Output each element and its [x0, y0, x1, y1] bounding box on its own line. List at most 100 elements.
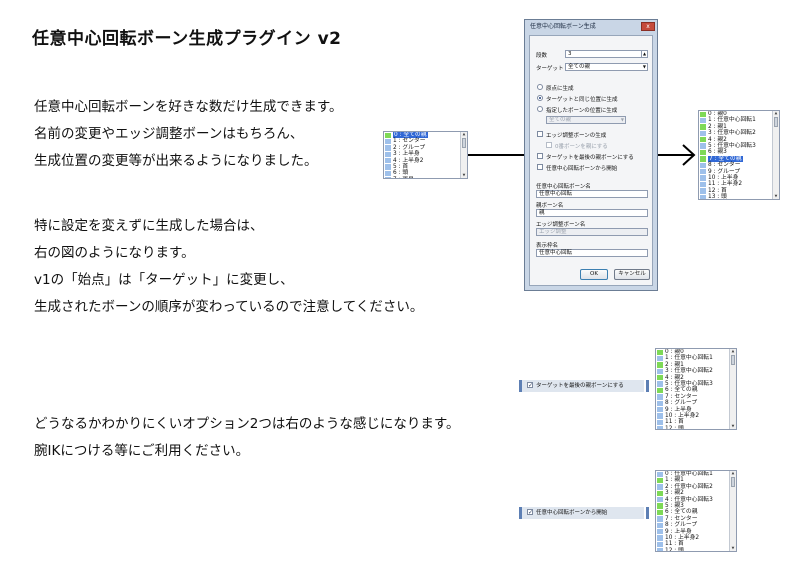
paragraph-line: 生成位置の変更等が出来るようになりました。 — [34, 153, 318, 169]
bone-type-icon — [700, 130, 706, 137]
list-item[interactable]: 12 : 頭 — [656, 426, 736, 429]
parent-name-input[interactable]: 親 — [536, 209, 648, 217]
list-item-label: 2 : 任意中心回転2 — [665, 483, 713, 490]
checkbox-icon[interactable] — [527, 380, 533, 392]
bone-type-icon — [657, 355, 663, 362]
list-item-label: 9 : 上半身 — [665, 528, 692, 535]
list-item-label: 1 : 任意中心回転1 — [708, 117, 756, 124]
bone-type-icon — [700, 149, 706, 156]
bone-type-icon — [385, 177, 391, 178]
cancel-button[interactable]: キャンセル — [614, 269, 650, 280]
list-item-label: 3 : 任意中心回転2 — [665, 368, 713, 375]
list-item-label: 2 : 親1 — [665, 361, 684, 368]
paragraph-line: 任意中心回転ボーンを好きな数だけ生成できます。 — [34, 99, 343, 115]
target-last-parent-checkbox[interactable] — [537, 153, 543, 159]
checkbox-icon[interactable] — [527, 507, 533, 519]
bone-type-icon — [657, 535, 663, 541]
list-scrollbar[interactable]: ▲ ▼ — [729, 471, 736, 551]
ok-button[interactable]: OK — [580, 269, 608, 280]
count-label: 段数 — [536, 53, 548, 59]
page-title: 任意中心回転ボーン生成プラグイン v2 — [32, 29, 342, 49]
list-item-label: 1 : 親1 — [665, 477, 684, 484]
target-select[interactable]: 全ての親 ▼ — [565, 63, 648, 71]
bone-type-icon — [657, 477, 663, 484]
bone-type-icon — [700, 137, 706, 143]
scroll-up-icon[interactable]: ▲ — [730, 471, 736, 476]
edge-name-input: エッジ調整 — [536, 228, 648, 236]
list-item-label: 8 : グループ — [665, 522, 698, 529]
bone-list-option-start-from-rotation[interactable]: 0 : 任意中心回転1 1 : 親1 2 : 任意中心回転2 3 : 親2 4 : 任意… — [655, 470, 737, 552]
paragraph-line: どうなるかわかりにくいオプション2つは右のような感じになります。 — [34, 416, 460, 432]
scroll-up-icon[interactable]: ▲ — [730, 349, 736, 354]
rotation-name-input[interactable]: 任意中心回転 — [536, 190, 648, 198]
list-item[interactable]: 7 : 両目 — [384, 177, 467, 178]
list-item-label: 2 : グループ — [393, 144, 426, 151]
bone-list-option-target-last-parent[interactable]: 0 : 親0 1 : 任意中心回転1 2 : 親1 3 : 任意中心回転2 4 : 親2… — [655, 348, 737, 430]
list-item-label: 10 : 上半身2 — [665, 534, 700, 541]
edge-bone-checkbox[interactable] — [537, 131, 543, 137]
dialog-close-button[interactable]: x — [641, 22, 655, 31]
scroll-thumb[interactable] — [731, 477, 735, 487]
display-frame-input[interactable]: 任意中心回転 — [536, 249, 648, 257]
radio-origin-label: 原点に生成 — [546, 86, 574, 92]
scroll-down-icon[interactable]: ▼ — [773, 194, 779, 199]
radio-bone-position[interactable] — [537, 106, 543, 112]
list-scrollbar[interactable]: ▲ ▼ — [460, 132, 467, 178]
list-item-label: 12 : 頭 — [665, 547, 684, 552]
option-target-last-parent-label: ターゲットを最後の親ボーンにする — [536, 383, 624, 389]
display-frame-label: 表示枠名 — [536, 243, 559, 249]
scroll-thumb[interactable] — [462, 138, 466, 148]
list-item-label: 3 : 親2 — [665, 490, 684, 497]
count-spinner-icon[interactable]: ▲ — [641, 51, 647, 57]
option-strip-edge — [646, 507, 649, 519]
bone-type-icon — [657, 522, 663, 529]
scroll-thumb[interactable] — [731, 355, 735, 365]
scroll-down-icon[interactable]: ▼ — [461, 173, 467, 178]
scroll-up-icon[interactable]: ▲ — [461, 132, 467, 137]
bone-type-icon — [700, 169, 706, 175]
list-item[interactable]: 12 : 頭 — [656, 547, 736, 552]
bone-type-icon — [657, 541, 663, 548]
radio-target-position[interactable] — [537, 95, 543, 101]
paragraph-line: 名前の変更やエッジ調整ボーンはもちろん、 — [34, 126, 304, 142]
edge-name-label: エッジ調整ボーン名 — [536, 222, 586, 228]
list-item[interactable]: 13 : 頭 — [699, 194, 779, 199]
target-last-parent-label: ターゲットを最後の親ボーンにする — [546, 155, 634, 161]
paragraph-line: v1の「始点」は「ターゲット」に変更し、 — [34, 272, 294, 288]
bone-type-icon — [700, 156, 706, 162]
bone-type-icon — [657, 381, 663, 387]
scroll-down-icon[interactable]: ▼ — [730, 546, 736, 551]
option-start-from-rotation[interactable]: 任意中心回転ボーンから開始 — [519, 507, 644, 519]
bone-type-icon — [657, 349, 663, 355]
bone-type-icon — [657, 503, 663, 509]
scroll-thumb[interactable] — [774, 117, 778, 127]
edge-bone-label: エッジ調整ボーンの生成 — [546, 133, 607, 139]
list-item-label: 10 : 上半身2 — [665, 412, 700, 419]
list-scrollbar[interactable]: ▲ ▼ — [772, 111, 779, 199]
bone-list-after[interactable]: 0 : 親0 1 : 任意中心回転1 2 : 親1 3 : 任意中心回転2 4 : 親2… — [698, 110, 780, 200]
list-item-label: 6 : 頭 — [393, 170, 409, 177]
list-scrollbar[interactable]: ▲ ▼ — [729, 349, 736, 429]
dialog-title: 任意中心回転ボーン生成 — [530, 23, 596, 30]
count-value: 3 — [568, 51, 572, 57]
start-from-rotation-checkbox[interactable] — [537, 164, 543, 170]
arrow-line-left — [468, 154, 524, 156]
chevron-down-icon: ▼ — [620, 117, 624, 122]
bone-type-icon — [385, 151, 391, 158]
bone-type-icon — [657, 387, 663, 394]
option-target-last-parent[interactable]: ターゲットを最後の親ボーンにする — [519, 380, 644, 392]
count-input[interactable]: 3 ▲ — [565, 50, 648, 58]
radio-origin[interactable] — [537, 84, 543, 90]
list-item-label: 6 : 全ての親 — [665, 509, 698, 516]
bone-type-icon — [385, 164, 391, 170]
list-item-label: 7 : 全ての親 — [708, 155, 743, 162]
bone-type-icon — [700, 194, 706, 199]
bone-type-icon — [700, 124, 706, 130]
bone-list-before[interactable]: 0 : 全ての親 1 : センター 2 : グループ 3 : 上半身 4 : 上半身2 5… — [383, 131, 468, 179]
list-item-label: 8 : センター — [708, 162, 741, 169]
chevron-down-icon: ▼ — [642, 64, 646, 69]
options-paragraph: どうなるかわかりにくいオプション2つは右のような感じになります。 腕IKにつける等… — [34, 411, 459, 465]
bone-type-icon — [700, 162, 706, 169]
scroll-up-icon[interactable]: ▲ — [773, 111, 779, 116]
scroll-down-icon[interactable]: ▼ — [730, 424, 736, 429]
